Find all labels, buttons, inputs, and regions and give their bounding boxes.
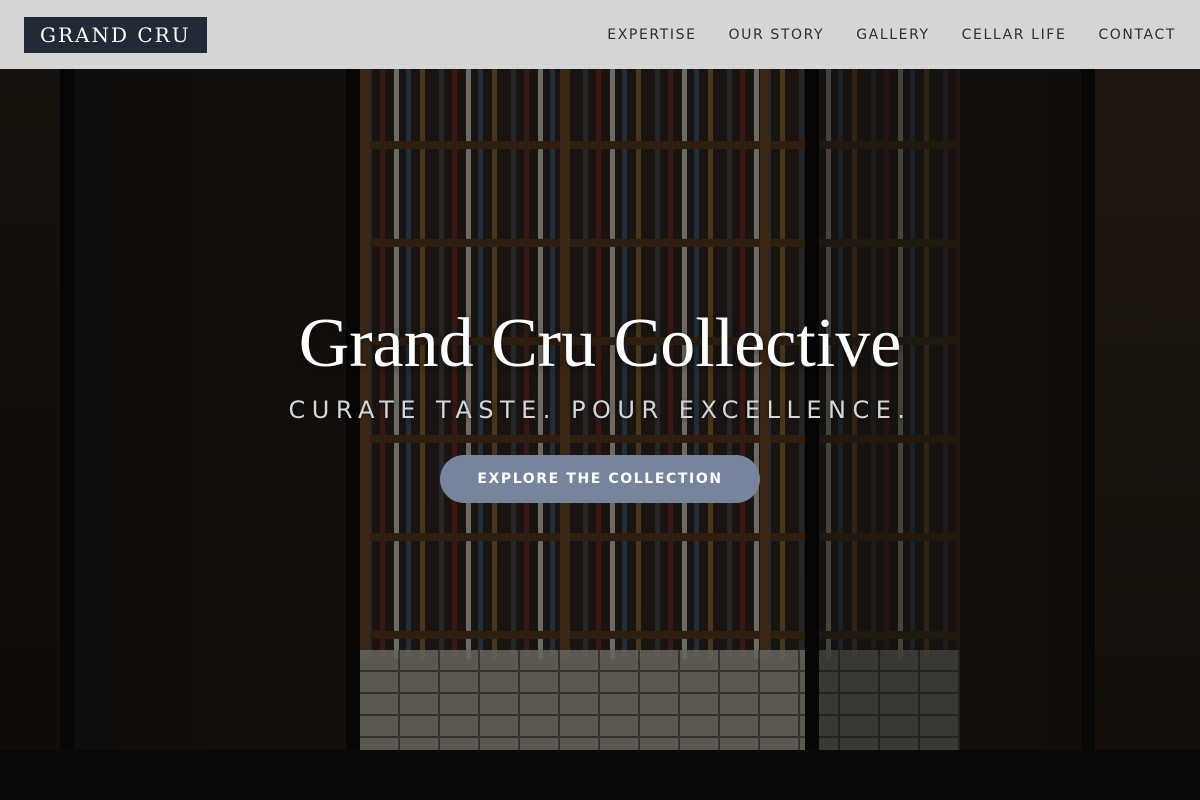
hero-title: Grand Cru Collective (298, 305, 902, 382)
nav-link-expertise[interactable]: EXPERTISE (607, 27, 696, 43)
nav-link-gallery[interactable]: GALLERY (856, 27, 929, 43)
hero-section: Grand Cru Collective CURATE TASTE. POUR … (0, 300, 1200, 503)
top-navbar: GRAND CRU EXPERTISE OUR STORY GALLERY CE… (0, 0, 1200, 69)
nav-link-our-story[interactable]: OUR STORY (729, 27, 825, 43)
explore-collection-button[interactable]: EXPLORE THE COLLECTION (440, 455, 760, 503)
hero-tagline: CURATE TASTE. POUR EXCELLENCE. (288, 396, 912, 424)
nav-links: EXPERTISE OUR STORY GALLERY CELLAR LIFE … (607, 27, 1176, 43)
nav-link-cellar-life[interactable]: CELLAR LIFE (962, 27, 1067, 43)
site-logo[interactable]: GRAND CRU (24, 16, 207, 53)
nav-link-contact[interactable]: CONTACT (1098, 27, 1176, 43)
